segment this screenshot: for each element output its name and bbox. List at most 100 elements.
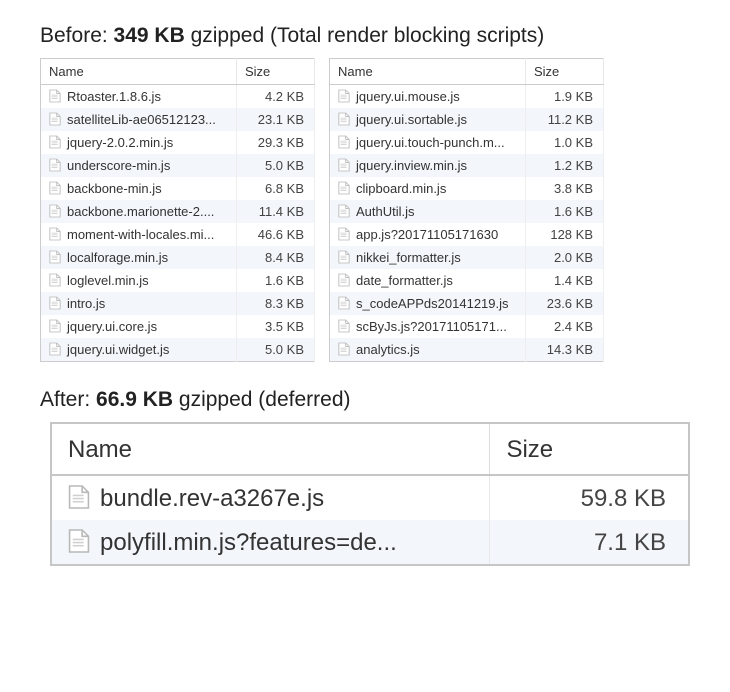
- document-icon: [49, 112, 61, 126]
- table-row[interactable]: jquery.inview.min.js1.2 KB: [330, 154, 604, 177]
- file-name: jquery.inview.min.js: [356, 158, 467, 173]
- after-heading: After: 66.9 KB gzipped (deferred): [40, 388, 702, 412]
- before-heading: Before: 349 KB gzipped (Total render blo…: [40, 24, 702, 48]
- file-size-cell: 46.6 KB: [237, 223, 315, 246]
- before-size: 349 KB: [114, 24, 185, 47]
- document-icon: [338, 296, 350, 310]
- file-size-cell: 2.0 KB: [526, 246, 604, 269]
- table-row[interactable]: jquery.ui.mouse.js1.9 KB: [330, 85, 604, 109]
- file-name-cell[interactable]: localforage.min.js: [41, 246, 237, 269]
- table-row[interactable]: jquery-2.0.2.min.js29.3 KB: [41, 131, 315, 154]
- file-name-cell[interactable]: jquery.ui.widget.js: [41, 338, 237, 362]
- file-name: jquery.ui.widget.js: [67, 342, 169, 357]
- file-size-cell: 3.5 KB: [237, 315, 315, 338]
- file-name-cell[interactable]: date_formatter.js: [330, 269, 526, 292]
- column-header-name[interactable]: Name: [51, 423, 490, 475]
- file-name: app.js?20171105171630: [356, 227, 498, 242]
- file-name: moment-with-locales.mi...: [67, 227, 214, 242]
- file-name-cell[interactable]: backbone.marionette-2....: [41, 200, 237, 223]
- file-size-cell: 2.4 KB: [526, 315, 604, 338]
- table-row[interactable]: AuthUtil.js1.6 KB: [330, 200, 604, 223]
- table-row[interactable]: backbone-min.js6.8 KB: [41, 177, 315, 200]
- file-name-cell[interactable]: s_codeAPPds20141219.js: [330, 292, 526, 315]
- column-header-name[interactable]: Name: [330, 59, 526, 85]
- table-row[interactable]: jquery.ui.widget.js 5.0 KB: [41, 338, 315, 362]
- table-row[interactable]: satelliteLib-ae06512123...23.1 KB: [41, 108, 315, 131]
- file-name: date_formatter.js: [356, 273, 453, 288]
- file-name-cell[interactable]: jquery.ui.mouse.js: [330, 85, 526, 109]
- file-name: s_codeAPPds20141219.js: [356, 296, 509, 311]
- table-row[interactable]: jquery.ui.sortable.js11.2 KB: [330, 108, 604, 131]
- file-name: clipboard.min.js: [356, 181, 446, 196]
- table-row[interactable]: app.js?20171105171630128 KB: [330, 223, 604, 246]
- table-row[interactable]: date_formatter.js1.4 KB: [330, 269, 604, 292]
- table-row[interactable]: backbone.marionette-2....11.4 KB: [41, 200, 315, 223]
- file-name-cell[interactable]: loglevel.min.js: [41, 269, 237, 292]
- table-header-row: Name Size: [41, 59, 315, 85]
- table-row[interactable]: intro.js8.3 KB: [41, 292, 315, 315]
- file-name-cell[interactable]: scByJs.js?20171105171...: [330, 315, 526, 338]
- table-row[interactable]: clipboard.min.js 3.8 KB: [330, 177, 604, 200]
- document-icon: [49, 227, 61, 241]
- file-name-cell[interactable]: nikkei_formatter.js: [330, 246, 526, 269]
- document-icon: [49, 273, 61, 287]
- file-name: backbone.marionette-2....: [67, 204, 214, 219]
- file-name-cell[interactable]: AuthUtil.js: [330, 200, 526, 223]
- file-name-cell[interactable]: analytics.js: [330, 338, 526, 362]
- file-name-cell[interactable]: satelliteLib-ae06512123...: [41, 108, 237, 131]
- file-name-cell[interactable]: app.js?20171105171630: [330, 223, 526, 246]
- table-row[interactable]: scByJs.js?20171105171...2.4 KB: [330, 315, 604, 338]
- file-name-cell[interactable]: jquery.ui.sortable.js: [330, 108, 526, 131]
- table-row[interactable]: moment-with-locales.mi... 46.6 KB: [41, 223, 315, 246]
- file-name-cell[interactable]: backbone-min.js: [41, 177, 237, 200]
- file-name-cell[interactable]: jquery.ui.touch-punch.m...: [330, 131, 526, 154]
- table-row[interactable]: analytics.js14.3 KB: [330, 338, 604, 362]
- column-header-size[interactable]: Size: [526, 59, 604, 85]
- column-header-size[interactable]: Size: [237, 59, 315, 85]
- file-name: underscore-min.js: [67, 158, 170, 173]
- document-icon: [338, 89, 350, 103]
- file-name-cell[interactable]: jquery.ui.core.js: [41, 315, 237, 338]
- document-icon: [338, 273, 350, 287]
- table-row[interactable]: jquery.ui.core.js 3.5 KB: [41, 315, 315, 338]
- file-size-cell: 8.3 KB: [237, 292, 315, 315]
- table-row[interactable]: nikkei_formatter.js 2.0 KB: [330, 246, 604, 269]
- file-name: jquery.ui.mouse.js: [356, 89, 460, 104]
- document-icon: [49, 204, 61, 218]
- column-header-size[interactable]: Size: [490, 423, 689, 475]
- document-icon: [338, 227, 350, 241]
- document-icon: [338, 204, 350, 218]
- file-name-cell[interactable]: jquery.inview.min.js: [330, 154, 526, 177]
- before-prefix: Before:: [40, 24, 114, 47]
- file-size-cell: 59.8 KB: [490, 475, 689, 520]
- document-icon: [68, 484, 90, 510]
- file-name: jquery.ui.core.js: [67, 319, 157, 334]
- file-name-cell[interactable]: bundle.rev-a3267e.js: [51, 475, 490, 520]
- file-size-cell: 3.8 KB: [526, 177, 604, 200]
- table-row[interactable]: jquery.ui.touch-punch.m...1.0 KB: [330, 131, 604, 154]
- file-name: nikkei_formatter.js: [356, 250, 461, 265]
- file-name-cell[interactable]: clipboard.min.js: [330, 177, 526, 200]
- after-prefix: After:: [40, 388, 96, 411]
- column-header-name[interactable]: Name: [41, 59, 237, 85]
- before-suffix: gzipped (Total render blocking scripts): [185, 24, 545, 47]
- table-row[interactable]: underscore-min.js5.0 KB: [41, 154, 315, 177]
- document-icon: [49, 342, 61, 356]
- document-icon: [338, 342, 350, 356]
- document-icon: [49, 158, 61, 172]
- table-row[interactable]: loglevel.min.js1.6 KB: [41, 269, 315, 292]
- file-size-cell: 5.0 KB: [237, 338, 315, 362]
- document-icon: [49, 135, 61, 149]
- table-row[interactable]: bundle.rev-a3267e.js59.8 KB: [51, 475, 689, 520]
- file-name-cell[interactable]: intro.js: [41, 292, 237, 315]
- file-name-cell[interactable]: polyfill.min.js?features=de...: [51, 520, 490, 565]
- file-name-cell[interactable]: underscore-min.js: [41, 154, 237, 177]
- table-row[interactable]: localforage.min.js8.4 KB: [41, 246, 315, 269]
- file-name-cell[interactable]: jquery-2.0.2.min.js: [41, 131, 237, 154]
- file-size-cell: 11.2 KB: [526, 108, 604, 131]
- file-name-cell[interactable]: moment-with-locales.mi...: [41, 223, 237, 246]
- table-row[interactable]: polyfill.min.js?features=de...7.1 KB: [51, 520, 689, 565]
- file-name-cell[interactable]: Rtoaster.1.8.6.js: [41, 85, 237, 109]
- table-row[interactable]: Rtoaster.1.8.6.js4.2 KB: [41, 85, 315, 109]
- table-row[interactable]: s_codeAPPds20141219.js23.6 KB: [330, 292, 604, 315]
